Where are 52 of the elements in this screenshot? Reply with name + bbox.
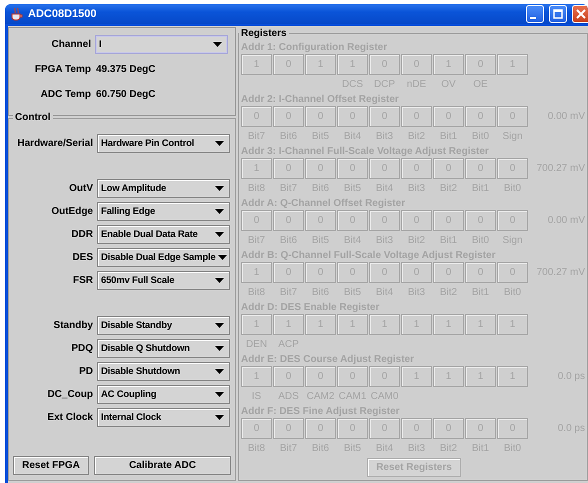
dropdown[interactable]: AC Coupling (97, 385, 230, 404)
field-label: PDQ (70, 343, 93, 354)
reading-text: 60.750 DegC (95, 89, 156, 100)
reading-text: 49.375 DegC (95, 64, 156, 75)
field-label: Standby (52, 320, 93, 331)
caret-icon (215, 278, 224, 283)
caret-icon (215, 392, 224, 397)
dropdown[interactable]: Disable Dual Edge Sample (97, 248, 230, 267)
field-label: Channel (50, 39, 91, 50)
field-label: DC_Coup (46, 389, 93, 400)
field-label: ADC Temp (40, 89, 91, 100)
caret-icon (213, 42, 222, 47)
maximize-icon (553, 9, 563, 19)
group-title: Control (13, 112, 53, 123)
caret-icon (215, 232, 224, 237)
caret-icon (215, 186, 224, 191)
field-label: Hardware/Serial (16, 138, 93, 149)
field-label: PD (78, 366, 93, 377)
caret-icon (215, 415, 224, 420)
window-title: ADC08D1500 (28, 8, 96, 20)
caret-icon (215, 141, 224, 146)
field-label: Ext Clock (46, 412, 93, 423)
minimize-icon (530, 17, 536, 19)
reset-button[interactable]: Reset FPGA (13, 456, 89, 475)
dropdown[interactable]: Disable Shutdown (97, 362, 230, 381)
caret-icon (218, 255, 227, 260)
dropdown[interactable]: I (95, 35, 228, 54)
caret-icon (215, 369, 224, 374)
dropdown[interactable]: Disable Q Shutdown (97, 339, 230, 358)
maximize-button[interactable] (549, 5, 567, 23)
field-label: DES (71, 252, 93, 263)
dropdown[interactable]: Enable Dual Data Rate (97, 225, 230, 244)
caret-icon (215, 209, 224, 214)
field-label: OutV (68, 183, 93, 194)
coffee-cup-icon (10, 7, 24, 21)
dropdown[interactable]: Low Amplitude (97, 179, 230, 198)
field-label: DDR (70, 229, 93, 240)
dropdown[interactable]: Internal Clock (97, 408, 230, 427)
dropdown[interactable]: Falling Edge (97, 202, 230, 221)
dropdown[interactable]: Hardware Pin Control (97, 134, 230, 153)
field-label: FSR (72, 275, 93, 286)
group-title: Registers (239, 28, 289, 39)
dropdown[interactable]: Disable Standby (97, 316, 230, 335)
close-icon (576, 9, 586, 19)
caret-icon (215, 323, 224, 328)
field-label: OutEdge (50, 206, 93, 217)
minimize-button[interactable] (526, 5, 544, 23)
close-button[interactable] (572, 5, 588, 23)
dropdown[interactable]: 650mv Full Scale (97, 271, 230, 290)
caret-icon (215, 346, 224, 351)
field-label: FPGA Temp (34, 64, 91, 75)
calibrate-button[interactable]: Calibrate ADC (94, 456, 231, 475)
